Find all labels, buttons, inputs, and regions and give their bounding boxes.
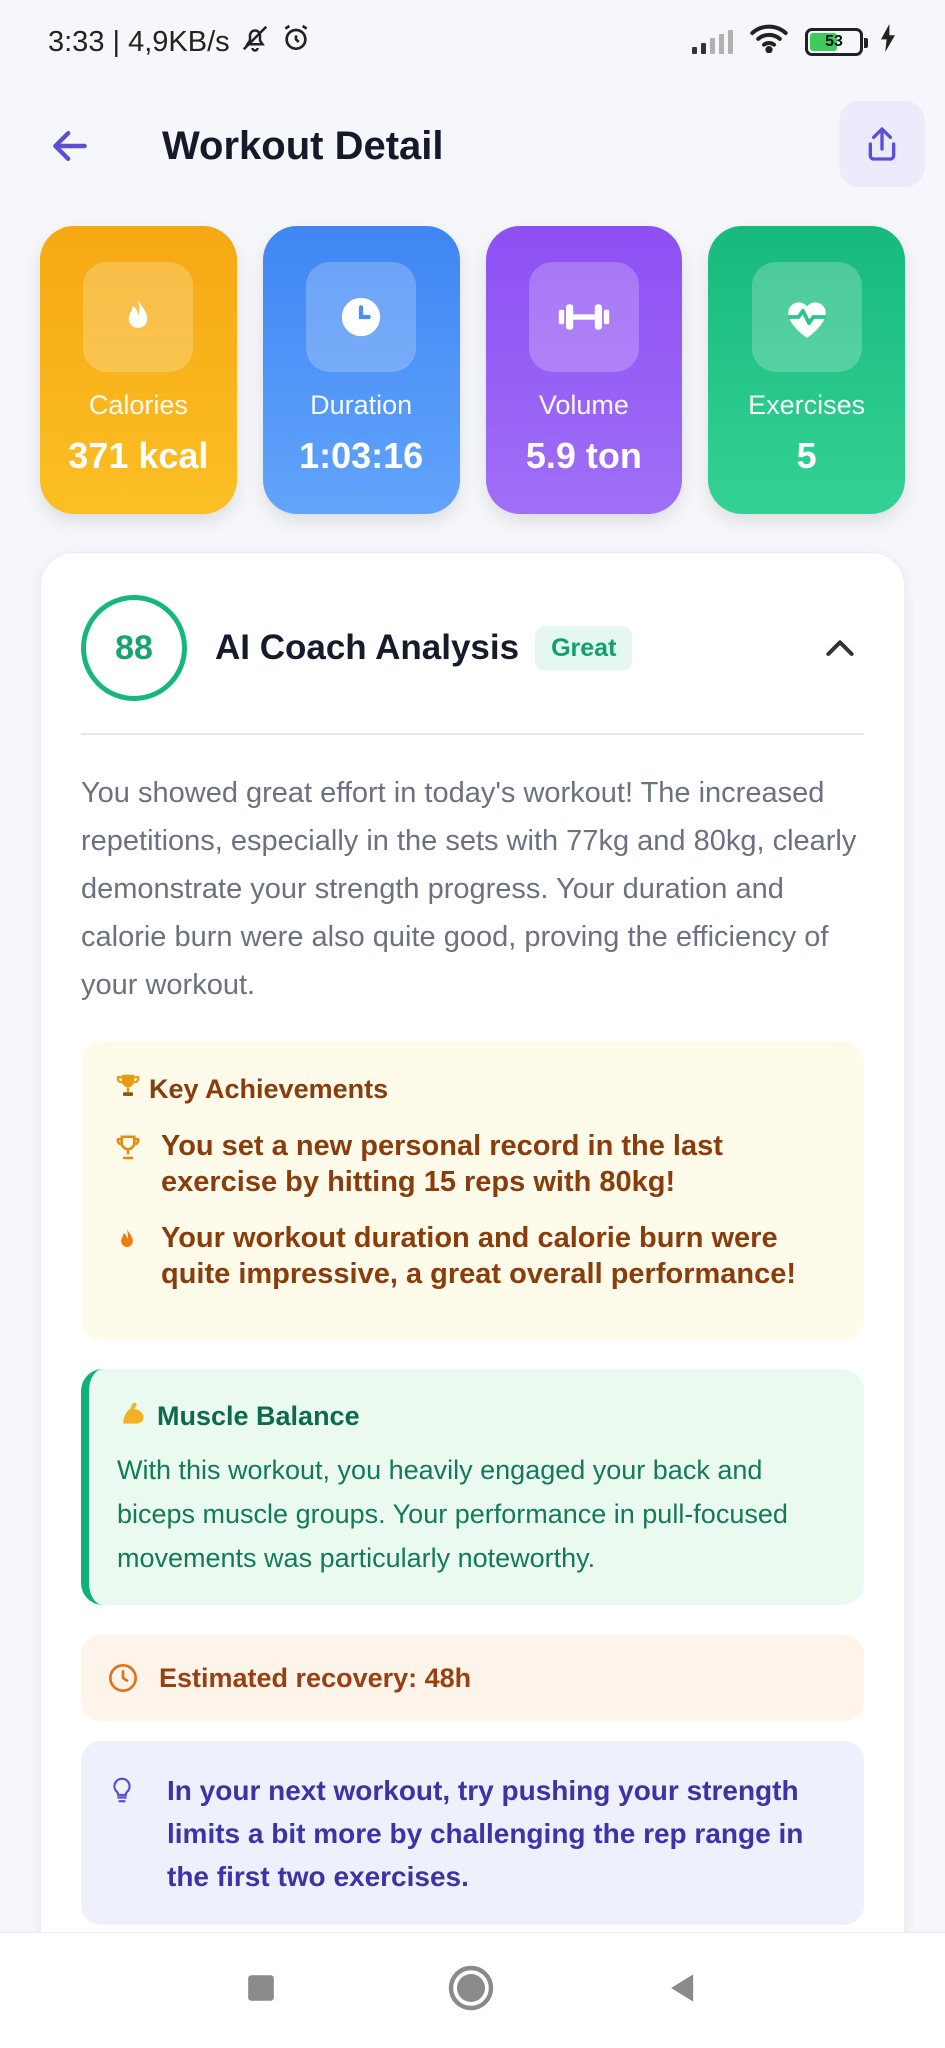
share-button[interactable] — [839, 101, 925, 187]
achievements-header: Key Achievements — [113, 1071, 832, 1108]
stat-label: Duration — [310, 390, 413, 420]
stat-icon-box — [83, 262, 194, 372]
clock-icon — [109, 1664, 137, 1692]
stat-value: 1:03:16 — [299, 435, 424, 476]
tip-text: In your next workout, try pushing your s… — [167, 1775, 804, 1892]
arrow-left-icon — [53, 130, 87, 162]
triangle-back-icon — [670, 1974, 694, 2002]
signal-icon — [692, 30, 733, 54]
stat-icon-box — [306, 262, 417, 372]
stat-value: 5 — [796, 435, 817, 476]
flexed-arm-icon — [117, 1397, 151, 1436]
charging-icon — [879, 24, 897, 60]
coach-summary: You showed great effort in today's worko… — [81, 777, 857, 1001]
stat-card-volume: Volume 5.9 ton — [485, 226, 683, 514]
stat-icon-box — [751, 262, 862, 372]
divider — [81, 733, 864, 735]
achievement-text: Your workout duration and calorie burn w… — [161, 1222, 797, 1290]
muscle-balance-box: Muscle Balance With this workout, you he… — [81, 1369, 864, 1605]
trophy-icon — [113, 1128, 161, 1169]
circle-icon — [449, 1965, 494, 2011]
status-left: 3:33 | 4,9KB/s — [48, 22, 312, 62]
muscle-balance-title: Muscle Balance — [157, 1401, 360, 1431]
chevron-up-icon — [826, 640, 854, 656]
app-header: Workout Detail — [0, 96, 945, 196]
stat-label: Exercises — [748, 390, 866, 420]
stat-icon-box — [528, 262, 639, 372]
stat-card-duration: Duration 1:03:16 — [262, 226, 460, 514]
rating-badge: Great — [535, 625, 633, 671]
collapse-button[interactable] — [820, 629, 860, 674]
flame-icon — [129, 298, 148, 328]
stat-label: Volume — [538, 390, 629, 420]
page-title: Workout Detail — [162, 123, 444, 168]
recovery-box: Estimated recovery: 48h — [81, 1635, 864, 1721]
key-achievements-box: Key Achievements You set a new personal … — [81, 1041, 864, 1341]
clock-icon — [341, 297, 381, 337]
coach-title: AI Coach Analysis — [215, 628, 520, 667]
tip-box: In your next workout, try pushing your s… — [81, 1741, 864, 1925]
dumbbell-icon — [558, 304, 610, 330]
heartbeat-icon — [787, 302, 826, 338]
square-icon — [248, 1975, 274, 2001]
achievement-item: Your workout duration and calorie burn w… — [113, 1220, 832, 1292]
achievement-text: You set a new personal record in the las… — [161, 1130, 723, 1198]
achievement-item: You set a new personal record in the las… — [113, 1128, 832, 1200]
back-button[interactable] — [40, 116, 100, 176]
battery-level: 53 — [825, 33, 843, 50]
muscle-balance-header: Muscle Balance — [117, 1397, 832, 1436]
recovery-text: Estimated recovery: 48h — [159, 1662, 472, 1693]
wifi-icon — [749, 23, 789, 61]
system-nav-bar — [0, 1932, 945, 2048]
status-right: 53 — [692, 23, 897, 61]
achievements-title: Key Achievements — [149, 1074, 389, 1104]
coach-header[interactable]: 88 AI Coach Analysis Great — [81, 593, 864, 703]
back-nav-button[interactable] — [666, 1971, 700, 2010]
ai-coach-card: 88 AI Coach Analysis Great You showed gr… — [40, 552, 905, 2048]
home-button[interactable] — [447, 1964, 495, 2017]
share-icon — [868, 127, 896, 161]
stat-card-calories: Calories 371 kcal — [40, 226, 237, 514]
recents-button[interactable] — [245, 1972, 277, 2009]
flame-icon — [113, 1220, 161, 1261]
stat-value: 5.9 ton — [525, 435, 642, 476]
stats-row: Calories 371 kcal Duration 1:03:16 Volum… — [40, 226, 905, 514]
stat-label: Calories — [88, 390, 188, 420]
score-ring: 88 — [81, 595, 187, 701]
mute-bell-icon — [240, 23, 270, 61]
alarm-icon — [280, 22, 312, 62]
stat-value: 371 kcal — [68, 435, 209, 476]
status-bar: 3:33 | 4,9KB/s 53 — [0, 0, 945, 84]
stat-card-exercises: Exercises 5 — [708, 226, 905, 514]
status-time-speed: 3:33 | 4,9KB/s — [48, 25, 230, 58]
battery-icon: 53 — [805, 28, 868, 56]
muscle-balance-text: With this workout, you heavily engaged y… — [117, 1455, 788, 1573]
trophy-icon — [113, 1071, 143, 1108]
lightbulb-icon — [107, 1769, 155, 1897]
